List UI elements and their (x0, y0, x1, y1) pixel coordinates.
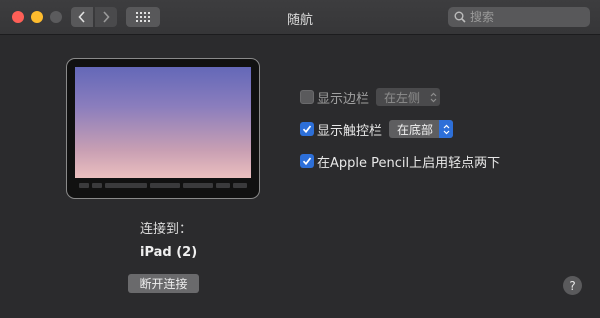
connected-to-label: 连接到： (140, 222, 193, 237)
updown-chevron-icon (439, 120, 454, 138)
show-sidebar-checkbox[interactable] (300, 90, 314, 104)
sidebar-position-value: 在左侧 (384, 90, 421, 105)
pencil-double-tap-row: 在Apple Pencil上启用轻点两下 (300, 151, 500, 171)
preferences-window: 随航 连接到： iPad (2) 断开连接 显示边栏 在左侧 (0, 0, 600, 318)
checkmark-icon (302, 157, 312, 166)
show-touchbar-label: 显示触控栏 (317, 123, 383, 139)
disconnect-button[interactable]: 断开连接 (128, 274, 199, 293)
help-button[interactable]: ? (563, 276, 582, 295)
touchbar-position-select[interactable]: 在底部 (389, 120, 454, 138)
ipad-screen (75, 67, 251, 178)
device-name: iPad (2) (140, 245, 198, 260)
search-field[interactable] (448, 7, 590, 27)
pencil-double-tap-checkbox[interactable] (300, 154, 314, 168)
ipad-preview (66, 58, 260, 199)
show-sidebar-label: 显示边栏 (317, 91, 370, 107)
show-touchbar-checkbox[interactable] (300, 122, 314, 136)
touchbar-position-value: 在底部 (397, 122, 434, 137)
pencil-double-tap-label: 在Apple Pencil上启用轻点两下 (317, 155, 501, 171)
search-icon (454, 11, 466, 23)
touchbar-preview (75, 182, 251, 189)
title-bar: 随航 (0, 0, 600, 35)
sidebar-position-select[interactable]: 在左侧 (376, 88, 441, 106)
checkmark-icon (302, 125, 312, 134)
search-input[interactable] (470, 7, 586, 27)
updown-chevron-icon (426, 88, 440, 106)
show-touchbar-row: 显示触控栏 在底部 (300, 119, 454, 139)
show-sidebar-row: 显示边栏 在左侧 (300, 87, 441, 107)
